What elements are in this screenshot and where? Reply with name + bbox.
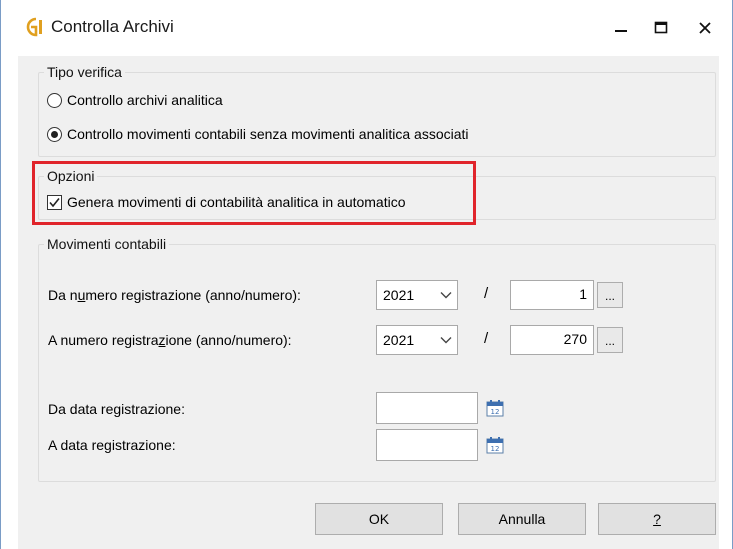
svg-text:12: 12 (491, 445, 500, 453)
calendar-icon[interactable]: 12 (486, 399, 504, 417)
svg-text:12: 12 (491, 408, 500, 416)
help-button[interactable]: ? (598, 503, 716, 535)
da-numero-label: Da numero registrazione (anno/numero): (48, 287, 301, 303)
da-anno-value: 2021 (383, 287, 415, 303)
a-numero-browse-button[interactable]: ... (597, 327, 623, 353)
a-anno-value: 2021 (383, 332, 415, 348)
radio-controllo-archivi[interactable]: Controllo archivi analitica (47, 92, 223, 108)
movimenti-legend: Movimenti contabili (47, 236, 167, 252)
maximize-icon (654, 21, 668, 34)
close-icon (699, 22, 711, 34)
title-bar[interactable]: Controlla Archivi (1, 0, 732, 56)
radio-label: Controllo archivi analitica (67, 92, 223, 108)
ok-button[interactable]: OK (315, 503, 443, 535)
minimize-button[interactable] (601, 10, 641, 46)
da-numero-input[interactable]: 1 (510, 280, 594, 310)
a-anno-select[interactable]: 2021 (376, 325, 458, 355)
maximize-button[interactable] (641, 10, 681, 46)
da-data-input[interactable] (376, 392, 478, 424)
tipo-verifica-legend: Tipo verifica (47, 64, 122, 80)
dialog-window: Controlla Archivi Tipo verifica Controll… (0, 0, 733, 549)
da-anno-select[interactable]: 2021 (376, 280, 458, 310)
chevron-down-icon[interactable] (435, 291, 457, 299)
da-data-label: Da data registrazione: (48, 401, 185, 417)
a-numero-input[interactable]: 270 (510, 325, 594, 355)
opzioni-legend: Opzioni (47, 168, 95, 184)
a-data-label: A data registrazione: (48, 437, 176, 453)
chevron-down-icon[interactable] (435, 336, 457, 344)
radio-label: Controllo movimenti contabili senza movi… (67, 126, 469, 142)
slash-separator: / (484, 330, 489, 347)
checkbox[interactable] (47, 194, 62, 210)
window-title: Controlla Archivi (51, 17, 174, 36)
dialog-body: Tipo verifica Controllo archivi analitic… (18, 56, 719, 549)
checkbox-genera-movimenti[interactable]: Genera movimenti di contabilità analitic… (47, 194, 406, 210)
radio-button[interactable] (47, 92, 62, 108)
da-numero-browse-button[interactable]: ... (597, 282, 623, 308)
calendar-icon[interactable]: 12 (486, 436, 504, 454)
a-numero-label: A numero registrazione (anno/numero): (48, 332, 292, 348)
app-logo-icon (26, 17, 42, 37)
tipo-verifica-group: Tipo verifica (38, 64, 716, 157)
checkbox-label: Genera movimenti di contabilità analitic… (67, 194, 406, 210)
a-data-input[interactable] (376, 429, 478, 461)
close-button[interactable] (685, 10, 725, 46)
radio-controllo-movimenti[interactable]: Controllo movimenti contabili senza movi… (47, 126, 469, 142)
checkmark-icon (49, 197, 60, 207)
radio-button-selected[interactable] (47, 126, 62, 142)
minimize-icon (615, 30, 627, 32)
slash-separator: / (484, 285, 489, 302)
help-label: ? (653, 511, 661, 527)
annulla-button[interactable]: Annulla (458, 503, 586, 535)
